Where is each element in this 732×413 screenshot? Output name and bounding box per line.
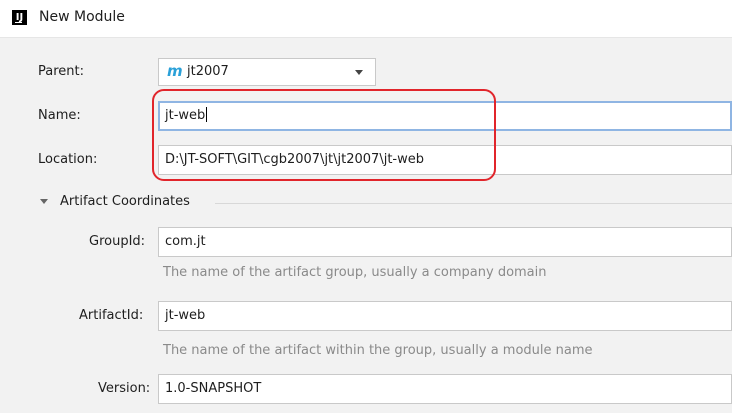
- groupid-input[interactable]: com.jt: [158, 227, 732, 257]
- annotation-highlight: [152, 89, 496, 181]
- artifactid-input[interactable]: jt-web: [158, 301, 732, 331]
- groupid-value: com.jt: [165, 234, 206, 249]
- collapse-arrow-icon[interactable]: [40, 199, 48, 204]
- artifactid-hint: The name of the artifact within the grou…: [163, 343, 593, 358]
- section-divider: [215, 203, 732, 204]
- artifact-section-title[interactable]: Artifact Coordinates: [60, 194, 190, 209]
- chevron-down-icon: [355, 70, 363, 75]
- title-bar: IJ New Module: [0, 0, 732, 38]
- name-label: Name:: [38, 108, 81, 123]
- parent-dropdown[interactable]: m jt2007: [158, 58, 376, 86]
- groupid-hint: The name of the artifact group, usually …: [163, 265, 547, 280]
- maven-module-icon: m: [167, 62, 183, 80]
- version-input[interactable]: 1.0-SNAPSHOT: [158, 374, 732, 404]
- groupid-label: GroupId:: [89, 234, 146, 249]
- version-label: Version:: [98, 381, 151, 396]
- artifactid-value: jt-web: [165, 308, 206, 323]
- artifactid-label: ArtifactId:: [79, 308, 144, 323]
- window-title: New Module: [39, 9, 125, 25]
- parent-value: jt2007: [187, 64, 229, 79]
- location-label: Location:: [38, 152, 98, 167]
- intellij-icon: IJ: [12, 10, 27, 25]
- version-value: 1.0-SNAPSHOT: [165, 381, 262, 396]
- parent-label: Parent:: [38, 64, 84, 79]
